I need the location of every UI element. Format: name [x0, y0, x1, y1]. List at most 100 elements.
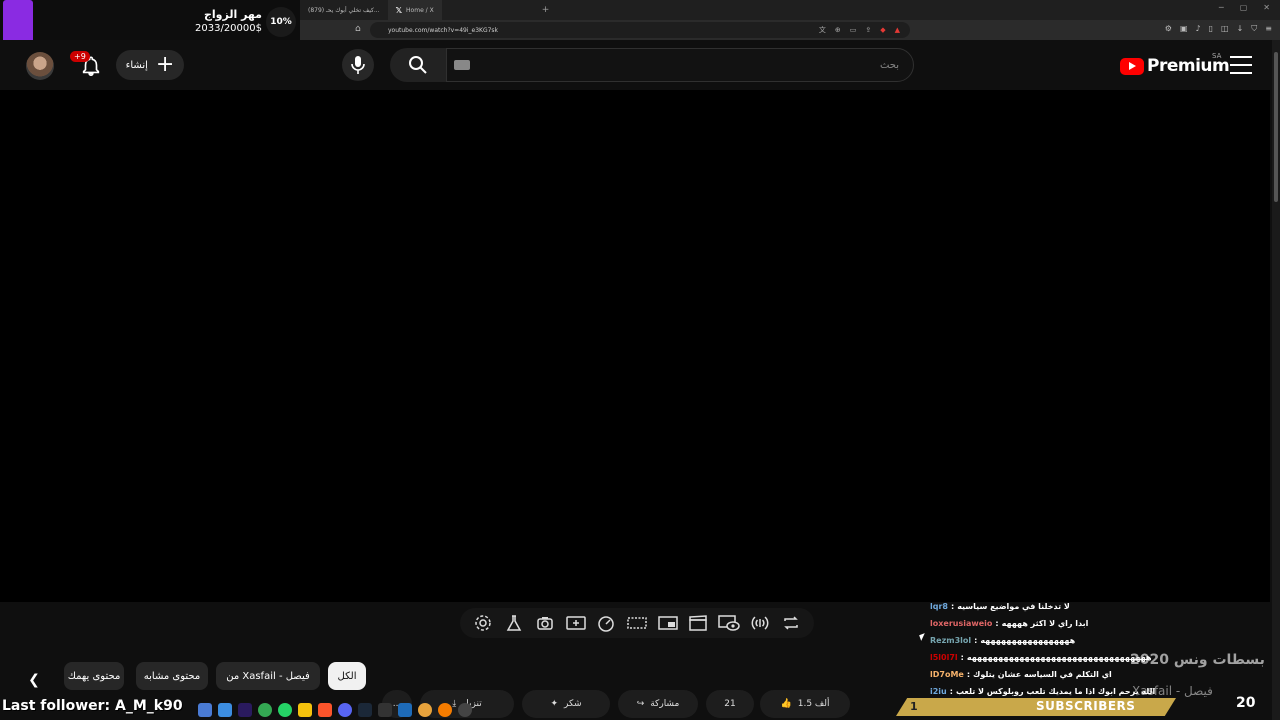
- terminal-icon[interactable]: [378, 703, 392, 717]
- donation-percent: 10%: [266, 7, 296, 37]
- subscribers-banner: 1 SUBSCRIBERS: [896, 698, 1176, 716]
- bookmark-icon[interactable]: ⌂: [355, 24, 361, 34]
- donation-amount: 2033/20000$: [195, 23, 262, 34]
- chat-line: loxerusiaweio: ابدا راي لا اكثر ههههه: [930, 619, 1088, 635]
- extension-icon[interactable]: ⚙: [1165, 24, 1172, 34]
- new-tab-button[interactable]: +: [542, 5, 550, 15]
- download-icon[interactable]: ↓: [1237, 24, 1244, 34]
- close-icon[interactable]: ✕: [1263, 3, 1270, 12]
- window-controls: ─ ▢ ✕: [1219, 3, 1270, 12]
- cinema-mode-icon[interactable]: [626, 612, 648, 634]
- notifications-button[interactable]: +9: [70, 51, 104, 80]
- chip-all[interactable]: الكل: [328, 662, 366, 690]
- chip-similar-content[interactable]: محتوى مشابه: [136, 662, 208, 690]
- steam-icon[interactable]: [358, 703, 372, 717]
- brave-shield-icon[interactable]: ◆: [880, 26, 885, 34]
- chat-line: lD7oMe: اي التكلم في السياسه عشان يتلوك: [930, 670, 1112, 686]
- search-button[interactable]: [390, 48, 446, 82]
- speed-gauge-icon[interactable]: [595, 612, 617, 634]
- chat-username: lqr8: [930, 602, 948, 611]
- chevron-left-icon[interactable]: ❮: [22, 668, 46, 692]
- x-logo-icon: 𝕏: [395, 5, 403, 15]
- whatsapp-icon[interactable]: [278, 703, 292, 717]
- maximize-icon[interactable]: ▢: [1240, 3, 1248, 12]
- subscribers-label: SUBSCRIBERS: [1036, 699, 1136, 713]
- keyboard-icon[interactable]: [454, 60, 470, 70]
- voice-search-button[interactable]: [342, 49, 374, 81]
- settings-gear-icon[interactable]: [472, 612, 494, 634]
- share-button[interactable]: ↪ مشاركة: [618, 690, 698, 718]
- sidebar-icon[interactable]: ▯: [1209, 24, 1213, 34]
- avatar[interactable]: [26, 52, 54, 80]
- taskbar-app-icon[interactable]: [198, 703, 212, 717]
- zoom-icon[interactable]: ⊕: [835, 26, 841, 34]
- like-count: 1.5 ألف: [797, 699, 830, 709]
- picture-in-picture-icon[interactable]: [657, 612, 679, 634]
- wallet-icon[interactable]: ◫: [1221, 24, 1229, 34]
- chat-line: Rezm3lol: هههههههههههههههههه: [930, 636, 1075, 652]
- clapperboard-icon[interactable]: [687, 612, 709, 634]
- loop-icon[interactable]: [780, 612, 802, 634]
- chip-related-for-you[interactable]: محتوى يهمك: [64, 662, 124, 690]
- folder-icon[interactable]: [298, 703, 312, 717]
- browser-tab-youtube[interactable]: (879) كيف تخلي أبوك يحـ...: [300, 0, 388, 20]
- country-code: SA: [1212, 52, 1222, 60]
- thumb-up-icon: 👍: [780, 699, 792, 709]
- plus-icon: +: [155, 52, 175, 77]
- discord-icon[interactable]: [338, 703, 352, 717]
- minimize-icon[interactable]: ─: [1219, 3, 1224, 12]
- scrollbar-thumb[interactable]: [1274, 52, 1278, 202]
- create-button[interactable]: إنشاء +: [116, 50, 184, 80]
- chat-message: هههههههههههههههههه: [980, 636, 1076, 645]
- brave-icon[interactable]: [318, 703, 332, 717]
- like-button[interactable]: 👍 1.5 ألف: [760, 690, 850, 718]
- premiere-icon[interactable]: [238, 703, 252, 717]
- microphone-icon: [351, 56, 365, 74]
- firefox-icon[interactable]: [438, 703, 452, 717]
- donation-goal-overlay: مهر الزواج 2033/20000$ 10%: [0, 0, 300, 44]
- mouse-cursor-icon: [919, 633, 927, 641]
- screen-eye-icon[interactable]: [718, 612, 740, 634]
- add-frame-icon[interactable]: [565, 612, 587, 634]
- menu-icon[interactable]: ≡: [1265, 24, 1272, 34]
- search-input[interactable]: [446, 48, 914, 82]
- screenshot-camera-icon[interactable]: [534, 612, 556, 634]
- share-icon[interactable]: ⇪: [865, 26, 871, 34]
- browser-tab-x[interactable]: 𝕏 Home / X: [387, 0, 442, 20]
- cast-icon[interactable]: ▭: [850, 26, 857, 34]
- obs-icon[interactable]: [458, 703, 472, 717]
- browser-tab-label: Home / X: [406, 6, 434, 14]
- player-extension-toolbar: [460, 608, 814, 638]
- taskbar-app-icon[interactable]: [418, 703, 432, 717]
- music-icon[interactable]: ♪: [1196, 24, 1201, 34]
- chat-line: l5l0l7l: ههههههههههههههههههههههههههههههه…: [930, 653, 1152, 669]
- youtube-header: +9 إنشاء + Premium SA: [0, 40, 1280, 90]
- donation-progress-bar: [3, 0, 33, 44]
- chip-from-channel[interactable]: من Xasfail - فيصل: [216, 662, 320, 690]
- chat-message: ابدا راي لا اكثر ههههه: [1001, 619, 1089, 628]
- address-bar-icons: 文 ⊕ ▭ ⇪ ◆ ▲: [819, 22, 900, 38]
- taskbar-app-icon[interactable]: [218, 703, 232, 717]
- address-bar[interactable]: youtube.com/watch?v=49i_e3KG7sk 文 ⊕ ▭ ⇪ …: [370, 22, 910, 38]
- audio-boost-icon[interactable]: [749, 612, 771, 634]
- chat-username: lD7oMe: [930, 670, 964, 679]
- notification-count-badge: +9: [70, 51, 90, 62]
- thanks-icon: ✦: [550, 699, 559, 709]
- create-label: إنشاء: [125, 59, 148, 71]
- flask-icon[interactable]: [503, 612, 525, 634]
- share-label: مشاركة: [650, 699, 680, 709]
- warning-icon[interactable]: ▲: [895, 26, 900, 34]
- video-player[interactable]: [0, 90, 1270, 602]
- chrome-icon[interactable]: [258, 703, 272, 717]
- chat-username: Rezm3lol: [930, 636, 972, 645]
- shield-icon[interactable]: ⛉: [1251, 24, 1257, 34]
- taskbar-app-icon[interactable]: [398, 703, 412, 717]
- thanks-label: شكر: [564, 699, 582, 709]
- extension-icon[interactable]: ▣: [1180, 24, 1188, 34]
- comments-button[interactable]: 21: [706, 690, 754, 718]
- url-text: youtube.com/watch?v=49i_e3KG7sk: [388, 26, 499, 34]
- clock: 20: [1236, 695, 1256, 711]
- guide-menu-button[interactable]: [1230, 56, 1252, 74]
- last-follower-overlay: Last follower: A_M_k90: [2, 698, 183, 714]
- translate-icon[interactable]: 文: [819, 25, 826, 35]
